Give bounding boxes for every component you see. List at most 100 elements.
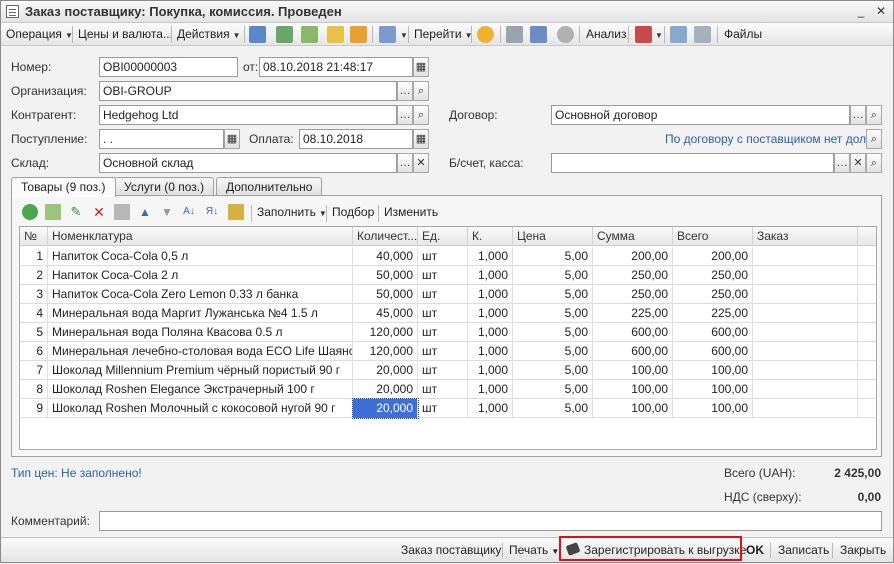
cell-coef[interactable]: 1,000: [468, 380, 513, 399]
cell-unit[interactable]: шт: [418, 399, 468, 418]
cell-item[interactable]: Напиток Coca-Cola 0,5 л: [48, 247, 353, 266]
payment-date-field[interactable]: 08.10.2018: [299, 129, 413, 149]
selection-button[interactable]: Подбор: [332, 201, 374, 224]
table-row[interactable]: 3 Напиток Coca-Cola Zero Lemon 0.33 л бан…: [20, 285, 876, 304]
cell-quantity[interactable]: 50,000: [353, 266, 418, 285]
search-doc-icon[interactable]: [670, 26, 687, 43]
cell-unit[interactable]: шт: [418, 247, 468, 266]
cell-total[interactable]: 100,00: [673, 380, 753, 399]
cell-order[interactable]: [753, 266, 858, 285]
cell-order[interactable]: [753, 399, 858, 418]
header-col-quantity[interactable]: Количест...: [353, 227, 418, 246]
tab-goods[interactable]: Товары (9 поз.): [11, 177, 116, 197]
table-row[interactable]: 8 Шоколад Roshen Elegance Экстрачерный 10…: [20, 380, 876, 399]
dropdown-arrow-icon[interactable]: ▼: [652, 23, 663, 46]
close-icon[interactable]: ✕: [873, 3, 889, 19]
contract-field[interactable]: Основной договор: [551, 105, 850, 125]
save-button[interactable]: Записать: [778, 538, 829, 563]
cell-total[interactable]: 200,00: [673, 247, 753, 266]
list-icon[interactable]: [530, 26, 547, 43]
table-row[interactable]: 9 Шоколад Roshen Молочный с кокосовой нуг…: [20, 398, 876, 419]
add-icon[interactable]: [22, 204, 38, 220]
cell-sum[interactable]: 100,00: [593, 380, 673, 399]
cell-coef[interactable]: 1,000: [468, 304, 513, 323]
cell-quantity[interactable]: 20,000: [353, 361, 418, 380]
cell-order[interactable]: [753, 361, 858, 380]
cell-number[interactable]: 6: [20, 342, 48, 361]
header-col-order[interactable]: Заказ: [753, 227, 858, 246]
clear-icon[interactable]: ✕: [413, 153, 429, 173]
counterparty-field[interactable]: Hedgehog Ltd: [99, 105, 397, 125]
cell-coef[interactable]: 1,000: [468, 247, 513, 266]
minimize-icon[interactable]: _: [853, 3, 869, 19]
calendar-icon[interactable]: ▦: [413, 57, 429, 77]
cell-number[interactable]: 9: [20, 399, 48, 418]
cell-order[interactable]: [753, 285, 858, 304]
header-col-unit[interactable]: Ед.: [418, 227, 468, 246]
search-icon[interactable]: ⌕: [866, 105, 882, 125]
table-row[interactable]: 7 Шоколад Millennium Premium чёрный порис…: [20, 361, 876, 380]
end-edit-icon[interactable]: [114, 204, 130, 220]
cell-price[interactable]: 5,00: [513, 342, 593, 361]
cell-quantity[interactable]: 20,000: [353, 380, 418, 399]
cell-item[interactable]: Шоколад Millennium Premium чёрный порист…: [48, 361, 353, 380]
dropdown-arrow-icon[interactable]: ▼: [397, 23, 408, 46]
cell-sum[interactable]: 225,00: [593, 304, 673, 323]
cell-total[interactable]: 100,00: [673, 361, 753, 380]
sort-asc-icon[interactable]: A↓: [181, 204, 197, 220]
post-close-icon[interactable]: [249, 26, 266, 43]
change-button[interactable]: Изменить: [384, 201, 438, 224]
calendar-icon[interactable]: ▦: [413, 129, 429, 149]
operation-menu[interactable]: Операция ▼: [6, 23, 73, 46]
cell-price[interactable]: 5,00: [513, 323, 593, 342]
cell-number[interactable]: 1: [20, 247, 48, 266]
cell-unit[interactable]: шт: [418, 285, 468, 304]
goods-table[interactable]: № Номенклатура Количест... Ед. К. Цена Сумма Вс…: [19, 226, 877, 450]
search-icon[interactable]: ⌕: [413, 105, 429, 125]
prices-button[interactable]: Цены и валюта...: [78, 23, 173, 46]
cell-number[interactable]: 4: [20, 304, 48, 323]
select-button[interactable]: …: [397, 105, 413, 125]
price-type-link[interactable]: Тип цен: Не заполнено!: [11, 466, 142, 480]
cell-sum[interactable]: 600,00: [593, 323, 673, 342]
copy-row-icon[interactable]: [45, 204, 61, 220]
cell-item[interactable]: Шоколад Roshen Молочный с кокосовой нуго…: [48, 399, 353, 418]
contract-debt-link[interactable]: По договору с поставщиком нет долга: [665, 132, 877, 146]
analysis-button[interactable]: Анализ: [586, 23, 627, 46]
cell-sum[interactable]: 250,00: [593, 285, 673, 304]
cell-price[interactable]: 5,00: [513, 361, 593, 380]
cell-item[interactable]: Минеральная вода Маргит Лужанська №4 1.5…: [48, 304, 353, 323]
report-icon[interactable]: [635, 26, 652, 43]
cell-item[interactable]: Напиток Coca-Cola 2 л: [48, 266, 353, 285]
cell-total[interactable]: 250,00: [673, 285, 753, 304]
cell-order[interactable]: [753, 380, 858, 399]
cell-coef[interactable]: 1,000: [468, 342, 513, 361]
files-button[interactable]: Файлы: [724, 23, 762, 46]
document-new-icon[interactable]: [327, 26, 344, 43]
actions-menu[interactable]: Действия ▼: [177, 23, 241, 46]
tab-services[interactable]: Услуги (0 поз.): [114, 177, 215, 196]
print-menu[interactable]: Печать ▼: [509, 538, 559, 563]
cell-unit[interactable]: шт: [418, 304, 468, 323]
header-col-sum[interactable]: Сумма: [593, 227, 673, 246]
select-button[interactable]: …: [397, 81, 413, 101]
cell-item[interactable]: Минеральная вода Поляна Квасова 0.5 л: [48, 323, 353, 342]
cell-item[interactable]: Шоколад Roshen Elegance Экстрачерный 100…: [48, 380, 353, 399]
cell-unit[interactable]: шт: [418, 380, 468, 399]
cell-number[interactable]: 3: [20, 285, 48, 304]
cell-coef[interactable]: 1,000: [468, 361, 513, 380]
cell-sum[interactable]: 200,00: [593, 247, 673, 266]
select-button[interactable]: …: [850, 105, 866, 125]
cell-sum[interactable]: 600,00: [593, 342, 673, 361]
search-icon[interactable]: ⌕: [413, 81, 429, 101]
cell-coef[interactable]: 1,000: [468, 399, 513, 418]
header-col-total[interactable]: Всего: [673, 227, 753, 246]
delete-icon[interactable]: ✕: [91, 204, 107, 220]
calendar-icon[interactable]: ▦: [224, 129, 240, 149]
cell-unit[interactable]: шт: [418, 342, 468, 361]
cell-price[interactable]: 5,00: [513, 399, 593, 418]
table-row[interactable]: 4 Минеральная вода Маргит Лужанська №4 1.…: [20, 304, 876, 323]
header-col-coef[interactable]: К.: [468, 227, 513, 246]
receipt-date-field[interactable]: . .: [99, 129, 224, 149]
cell-price[interactable]: 5,00: [513, 380, 593, 399]
